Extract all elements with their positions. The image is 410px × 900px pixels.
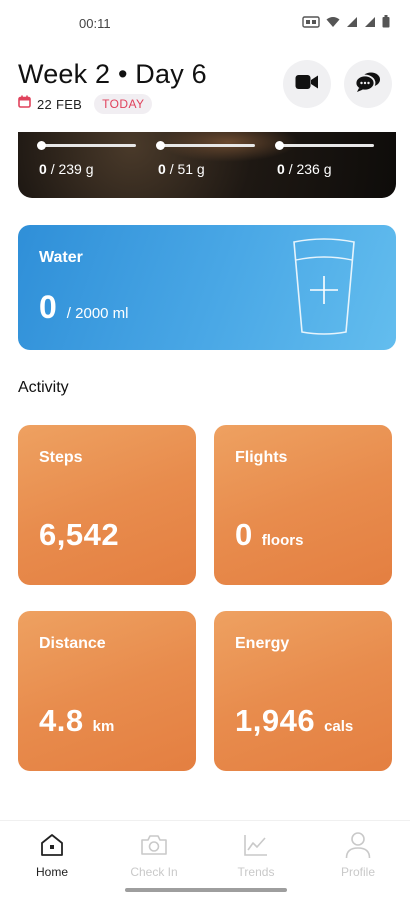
meal-macros-card[interactable]: 0 / 239 g 0 / 51 g 0 / 236 g: [18, 132, 396, 198]
video-call-button[interactable]: [283, 60, 331, 108]
macro-protein: 0 / 239 g: [37, 141, 136, 177]
energy-value: 1,946: [235, 703, 316, 738]
steps-value: 6,542: [39, 517, 120, 552]
macro-goal: / 239 g: [50, 161, 94, 177]
cup-plus-icon: [292, 238, 356, 340]
macro-goal: / 236 g: [288, 161, 332, 177]
macro-carbs: 0 / 236 g: [275, 141, 374, 177]
chat-bubbles-icon: [354, 71, 381, 98]
status-icons: [302, 15, 390, 28]
macro-fat: 0 / 51 g: [156, 141, 255, 177]
energy-label: Energy: [235, 635, 290, 652]
signal-icon-2: [364, 16, 376, 28]
water-value-row: 0 / 2000 ml: [39, 289, 129, 326]
macro-progress-bar: [156, 141, 255, 150]
nfc-icon: [302, 15, 320, 28]
chart-icon: [243, 833, 269, 862]
nav-profile-label: Profile: [340, 865, 375, 879]
macro-value: 0: [158, 161, 166, 177]
nav-profile[interactable]: Profile: [318, 831, 398, 879]
flights-value-row: 0 floors: [235, 517, 303, 553]
steps-label: Steps: [39, 449, 83, 466]
nav-home[interactable]: Home: [12, 833, 92, 879]
flights-label: Flights: [235, 449, 288, 466]
energy-value-row: 1,946 cals: [235, 703, 353, 739]
macro-progress-bar: [37, 141, 136, 150]
steps-value-row: 6,542: [39, 517, 119, 553]
activity-section-title: Activity: [18, 379, 69, 396]
energy-unit: cals: [324, 718, 354, 735]
camera-icon: [140, 833, 168, 862]
today-badge[interactable]: TODAY: [94, 94, 153, 114]
distance-value: 4.8: [39, 703, 84, 738]
steps-card[interactable]: Steps 6,542: [18, 425, 196, 585]
distance-value-row: 4.8 km: [39, 703, 114, 739]
status-bar: 00:11: [0, 0, 410, 44]
wifi-icon: [326, 16, 340, 28]
page-title: Week 2 • Day 6: [18, 59, 207, 89]
water-goal: / 2000 ml: [66, 305, 129, 322]
water-card[interactable]: Water 0 / 2000 ml: [18, 225, 396, 350]
energy-card[interactable]: Energy 1,946 cals: [214, 611, 392, 771]
macro-progress-bar: [275, 141, 374, 150]
distance-card[interactable]: Distance 4.8 km: [18, 611, 196, 771]
nav-trends-label: Trends: [237, 865, 275, 879]
distance-unit: km: [92, 718, 115, 735]
signal-icon: [346, 16, 358, 28]
nav-check-in[interactable]: Check In: [114, 833, 194, 879]
macro-value: 0: [39, 161, 47, 177]
status-time: 00:11: [79, 16, 111, 31]
date-row[interactable]: 22 FEB TODAY: [18, 94, 153, 114]
home-icon: [39, 832, 65, 863]
home-indicator[interactable]: [125, 888, 287, 892]
header: Week 2 • Day 6 22 FEB TODAY: [18, 58, 392, 118]
water-value: 0: [39, 289, 57, 325]
video-camera-icon: [295, 74, 319, 95]
date-label: 22 FEB: [37, 96, 83, 112]
macro-goal: / 51 g: [169, 161, 205, 177]
flights-value: 0: [235, 517, 253, 552]
flights-card[interactable]: Flights 0 floors: [214, 425, 392, 585]
flights-unit: floors: [261, 532, 304, 549]
chat-button[interactable]: [344, 60, 392, 108]
water-label: Water: [39, 249, 83, 266]
battery-icon: [382, 15, 390, 28]
nav-check-in-label: Check In: [130, 865, 178, 879]
distance-label: Distance: [39, 635, 106, 652]
calendar-icon: [18, 95, 31, 113]
nav-home-label: Home: [35, 865, 68, 879]
add-water-button[interactable]: [292, 238, 356, 341]
macro-value: 0: [277, 161, 285, 177]
person-icon: [345, 831, 371, 864]
nav-trends[interactable]: Trends: [216, 833, 296, 879]
